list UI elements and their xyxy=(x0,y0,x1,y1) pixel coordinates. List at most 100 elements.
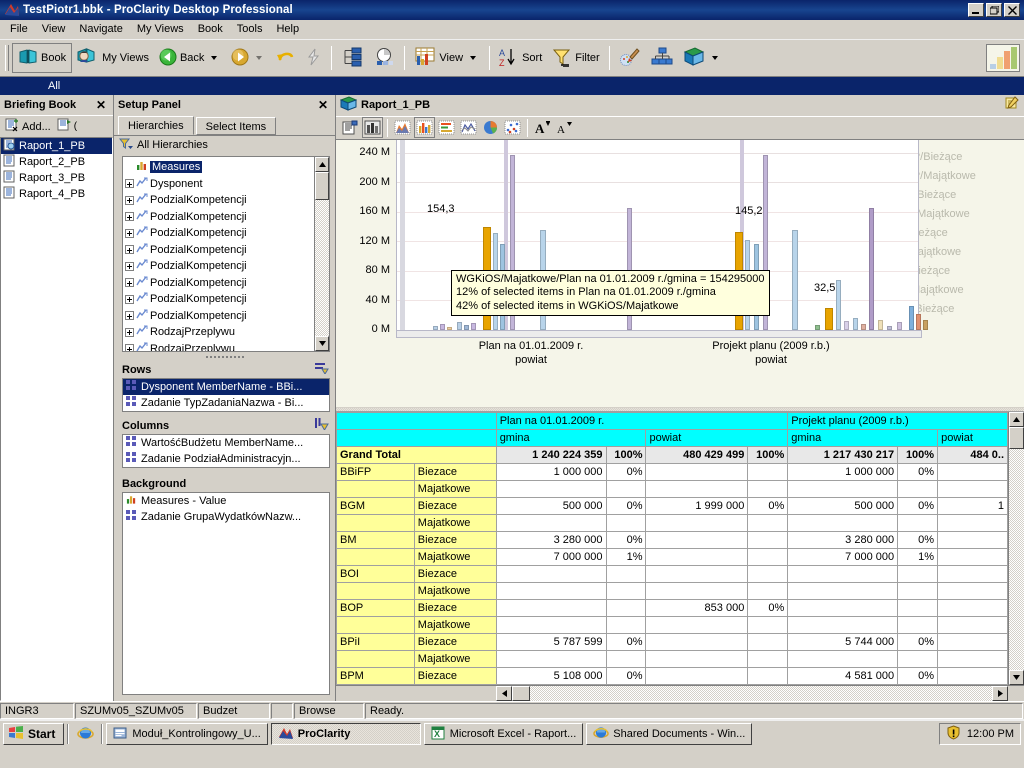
tree-node-podzialkompetencji-2[interactable]: PodzialKompetencji xyxy=(125,209,314,226)
briefing-book-list[interactable]: Raport_1_PB Raport_2_PB Raport_3_PB Rapo… xyxy=(0,137,113,701)
table-row[interactable]: BM Biezace 3 280 000 0% 3 280 000 0% xyxy=(336,531,1008,549)
table-cell-value[interactable] xyxy=(937,633,1008,651)
chart-bar[interactable] xyxy=(836,279,841,330)
table-cell-value[interactable] xyxy=(645,531,749,549)
rows-item-2[interactable]: Zadanie TypZadaniaNazwa - Bi... xyxy=(123,395,329,411)
table-cell-percent[interactable]: 1% xyxy=(897,548,939,566)
pivot-grid[interactable]: Plan na 01.01.2009 r. Projekt planu (2009… xyxy=(336,407,1024,701)
hierarchy-tree[interactable]: Measures Dysponent PodzialKompetencji Po… xyxy=(122,156,330,352)
pivot-column-group-header[interactable]: Plan na 01.01.2009 r. xyxy=(495,412,789,430)
chart-bar[interactable] xyxy=(844,320,849,330)
background-item-2[interactable]: Zadanie GrupaWydatkówNazw... xyxy=(123,509,329,525)
table-cell-percent[interactable] xyxy=(747,531,789,549)
table-cell-percent[interactable] xyxy=(897,514,939,532)
briefing-book-item-1[interactable]: Raport_1_PB xyxy=(1,138,112,154)
row-group-label[interactable] xyxy=(336,650,415,668)
table-cell-percent[interactable]: 0% xyxy=(897,497,939,515)
tree-node-podzialkompetencji-8[interactable]: PodzialKompetencji xyxy=(125,308,314,325)
menu-navigate[interactable]: Navigate xyxy=(72,21,129,37)
row-sub-label[interactable]: Biezace xyxy=(413,633,497,651)
tree-node-podzialkompetencji-6[interactable]: PodzialKompetencji xyxy=(125,275,314,292)
pivot-scroll-down-button[interactable] xyxy=(1009,670,1024,685)
pivot-hscrollbar-track[interactable] xyxy=(530,686,992,701)
add-page-button[interactable]: Add... xyxy=(3,117,53,136)
table-cell-value[interactable] xyxy=(645,616,749,634)
tree-node-rodzajprzeplywu-1[interactable]: RodzajPrzeplywu xyxy=(125,324,314,341)
table-cell-percent[interactable] xyxy=(747,667,789,685)
filter-button[interactable]: Filter xyxy=(547,43,604,73)
row-group-label[interactable] xyxy=(336,548,415,566)
menu-book[interactable]: Book xyxy=(191,21,230,37)
area-chart-button[interactable] xyxy=(392,117,413,138)
chart-bar[interactable] xyxy=(923,319,928,330)
menu-tools[interactable]: Tools xyxy=(230,21,270,37)
back-button[interactable]: Back xyxy=(154,43,226,73)
row-group-label[interactable] xyxy=(336,480,415,498)
pivot-table[interactable]: Plan na 01.01.2009 r. Projekt planu (2009… xyxy=(336,412,1008,685)
context-bar[interactable]: All xyxy=(0,77,1024,95)
expand-icon[interactable] xyxy=(125,195,134,205)
rows-item-1[interactable]: Dysponent MemberName - BBi... xyxy=(123,379,329,395)
table-cell-value[interactable]: 1 999 000 xyxy=(645,497,749,515)
view-dropdown-icon[interactable] xyxy=(470,56,477,60)
chart-bar[interactable] xyxy=(815,324,820,330)
table-row[interactable]: BPiI Biezace 5 787 599 0% 5 744 000 0% xyxy=(336,633,1008,651)
hierarchy-button[interactable] xyxy=(646,43,678,73)
task-shared-documents[interactable]: Shared Documents - Win... xyxy=(586,723,753,745)
tab-hierarchies[interactable]: Hierarchies xyxy=(118,116,194,135)
chart-bar[interactable] xyxy=(916,313,921,330)
table-cell-percent[interactable]: 0% xyxy=(605,531,647,549)
table-row[interactable]: Majatkowe xyxy=(336,616,1008,634)
pie-chart-button[interactable] xyxy=(480,117,501,138)
tree-node-dysponent[interactable]: Dysponent xyxy=(125,176,314,193)
chart-bar[interactable] xyxy=(909,305,914,330)
table-cell-value[interactable] xyxy=(495,599,607,617)
scroll-up-button[interactable] xyxy=(315,157,329,172)
table-cell-percent[interactable]: 1% xyxy=(605,548,647,566)
table-cell-percent[interactable]: 0% xyxy=(747,497,789,515)
table-row[interactable]: Majatkowe xyxy=(336,582,1008,600)
table-cell-value[interactable]: 5 744 000 xyxy=(787,633,899,651)
table-row[interactable]: BBiFP Biezace 1 000 000 0% 1 000 000 0% xyxy=(336,463,1008,481)
expand-icon[interactable] xyxy=(125,344,134,351)
scrollbar-thumb[interactable] xyxy=(315,172,329,200)
sort-button[interactable]: A Z Sort xyxy=(494,43,547,73)
pivot-vertical-scrollbar[interactable] xyxy=(1008,412,1024,685)
row-sub-label[interactable]: Majatkowe xyxy=(413,582,497,600)
chart-bar[interactable] xyxy=(464,324,469,330)
task-microsoft-excel[interactable]: X Microsoft Excel - Raport... xyxy=(423,723,584,745)
table-row[interactable]: BGM Biezace 500 000 0% 1 999 000 0% 500 000 0% 1 xyxy=(336,497,1008,515)
table-cell-percent[interactable] xyxy=(605,599,647,617)
table-cell-value[interactable] xyxy=(495,480,607,498)
table-cell-value[interactable] xyxy=(787,514,899,532)
table-cell-value[interactable] xyxy=(787,582,899,600)
table-cell-value[interactable] xyxy=(645,480,749,498)
table-cell-value[interactable] xyxy=(937,548,1008,566)
pivot-subcolumn-header[interactable]: powiat xyxy=(937,429,1008,447)
rows-list[interactable]: Dysponent MemberName - BBi... Zadanie Ty… xyxy=(122,378,330,412)
tree-node-measures[interactable]: Measures xyxy=(125,159,314,176)
view-button[interactable]: View xyxy=(409,43,485,73)
table-cell-value[interactable] xyxy=(937,582,1008,600)
table-cell-value[interactable]: 3 280 000 xyxy=(787,531,899,549)
horizontal-bar-chart-button[interactable] xyxy=(436,117,457,138)
expand-icon[interactable] xyxy=(125,212,134,222)
row-sub-label[interactable]: Majatkowe xyxy=(413,548,497,566)
columns-list[interactable]: WartośćBudżetu MemberName... Zadanie Pod… xyxy=(122,434,330,468)
filter-dropdown-icon[interactable] xyxy=(118,138,133,153)
table-cell-percent[interactable] xyxy=(747,633,789,651)
properties-button[interactable] xyxy=(340,117,361,138)
table-cell-percent[interactable] xyxy=(747,616,789,634)
panel-splitter[interactable] xyxy=(114,352,335,361)
table-cell-value[interactable]: 853 000 xyxy=(645,599,749,617)
clock[interactable]: 12:00 PM xyxy=(967,728,1014,740)
table-cell-percent[interactable] xyxy=(897,616,939,634)
table-row[interactable]: BOP Biezace 853 000 0% xyxy=(336,599,1008,617)
row-group-label[interactable]: BGM xyxy=(336,497,415,515)
table-cell-value[interactable] xyxy=(645,463,749,481)
tab-select-items[interactable]: Select Items xyxy=(195,117,277,135)
row-group-label[interactable] xyxy=(336,514,415,532)
lightning-button[interactable] xyxy=(301,43,327,73)
pivot-scrollbar-thumb[interactable] xyxy=(1009,427,1024,449)
table-cell-value[interactable]: 1 000 000 xyxy=(787,463,899,481)
